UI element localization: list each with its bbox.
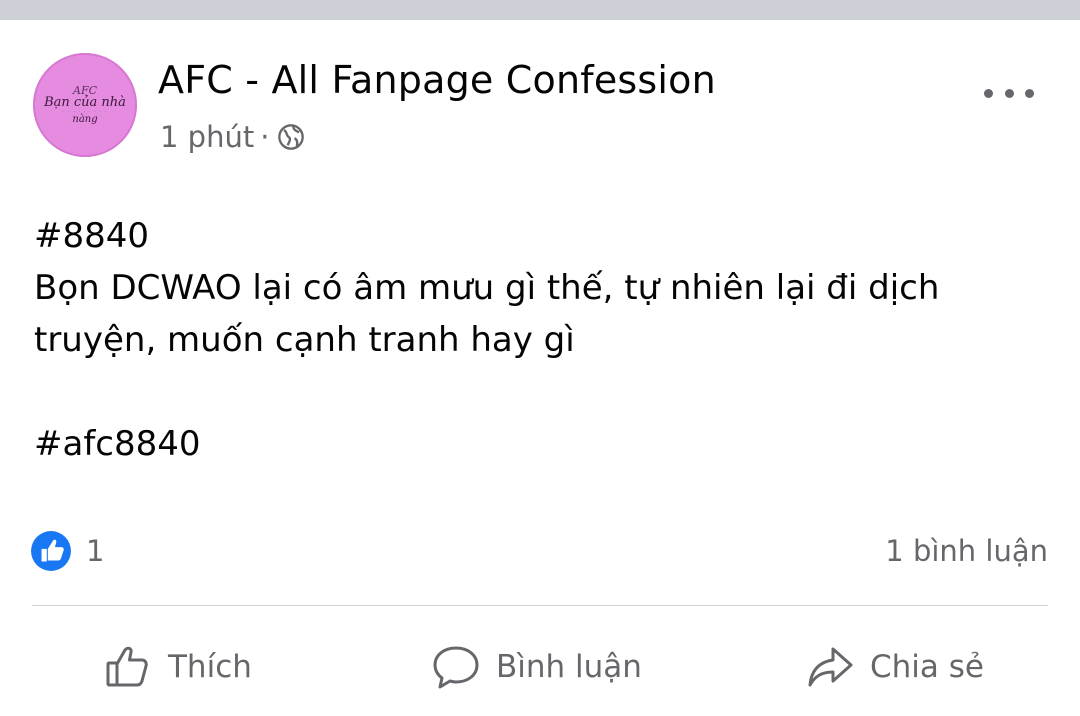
reaction-count: 1 [86, 534, 105, 568]
like-button-label: Thích [168, 649, 252, 685]
post-text-line1: Bọn DCWAO lại có âm mưu gì thế, tự nhiên… [34, 268, 940, 308]
post-meta: 1 phút · [160, 120, 305, 154]
action-bar: Thích Bình luận Chia sẻ [32, 635, 1048, 699]
more-horizontal-icon[interactable] [984, 80, 1034, 106]
like-button[interactable]: Thích [102, 635, 252, 699]
avatar-text-line1: AFC [73, 83, 97, 97]
comments-count-link[interactable]: 1 bình luận [885, 530, 1048, 572]
share-button[interactable]: Chia sẻ [804, 635, 984, 699]
meta-separator: · [260, 120, 270, 154]
share-button-label: Chia sẻ [870, 649, 984, 685]
divider [32, 605, 1048, 606]
page-name-link[interactable]: AFC - All Fanpage Confession [158, 58, 716, 102]
post-card: AFC Bạn của nhà · · · · · · · · · nàng A… [0, 20, 1080, 716]
more-dot [984, 88, 993, 98]
comment-button[interactable]: Bình luận [430, 635, 642, 699]
comment-bubble-icon [433, 646, 479, 689]
post-hashtag-tag[interactable]: #afc8840 [34, 418, 1044, 470]
like-reaction-icon [31, 531, 71, 571]
reactions-summary[interactable]: 1 [30, 530, 104, 572]
post-hashtag-id[interactable]: #8840 [34, 210, 1044, 262]
more-dot [1025, 88, 1034, 98]
more-dot [1004, 88, 1014, 98]
post-time[interactable]: 1 phút [160, 120, 254, 154]
avatar-text-line3: · · · · · · · · · [62, 108, 108, 115]
share-arrow-icon [808, 647, 853, 687]
top-strip [0, 0, 1080, 20]
post-content: #8840 Bọn DCWAO lại có âm mưu gì thế, tự… [34, 210, 1044, 470]
comment-button-label: Bình luận [496, 649, 642, 685]
post-text-line2: truyện, muốn cạnh tranh hay gì [34, 320, 575, 360]
page-avatar[interactable]: AFC Bạn của nhà · · · · · · · · · nàng [33, 53, 137, 157]
globe-icon[interactable] [277, 123, 305, 151]
thumbs-up-icon [106, 646, 148, 687]
avatar-text-line2: Bạn của nhà [44, 95, 126, 111]
avatar-text-line4: nàng [72, 113, 98, 125]
